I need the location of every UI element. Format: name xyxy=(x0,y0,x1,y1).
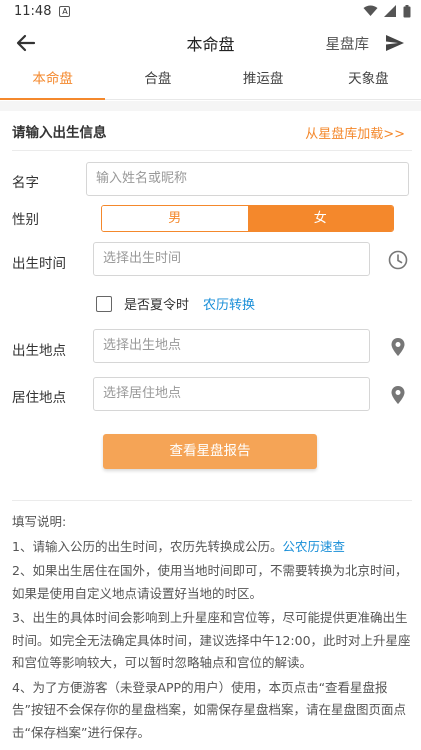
tab-natal[interactable]: 本命盘 xyxy=(0,64,106,100)
chart-type-tabs: 本命盘 合盘 推运盘 天象盘 xyxy=(0,64,421,100)
share-button[interactable] xyxy=(383,31,407,55)
chart-library-button[interactable]: 星盘库 xyxy=(326,33,370,54)
gender-label: 性别 xyxy=(12,212,39,228)
instructions: 填写说明: 1、请输入公历的出生时间，农历先转换成公历。公农历速查 2、如果出生… xyxy=(12,511,412,746)
dst-row: 是否夏令时 农历转换 xyxy=(96,294,255,313)
send-icon xyxy=(386,35,404,51)
notification-icon: A xyxy=(59,5,71,17)
gender-toggle: 男 女 xyxy=(101,205,394,232)
view-chart-report-button[interactable]: 查看星盘报告 xyxy=(103,434,317,469)
birth-time-label: 出生时间 xyxy=(12,256,66,272)
divider xyxy=(12,500,412,501)
lunar-convert-link[interactable]: 农历转换 xyxy=(203,294,255,313)
tab-synastry[interactable]: 合盘 xyxy=(105,64,210,99)
arrow-back-icon xyxy=(16,34,36,52)
tab-transit[interactable]: 天象盘 xyxy=(316,64,421,99)
instruction-4: 4、为了方便游客（未登录APP的用户）使用，本页点击“查看星盘报告”按钮不会保存… xyxy=(12,679,406,740)
instruction-1: 1、请输入公历的出生时间，农历先转换成公历。公农历速查 xyxy=(12,536,412,559)
location-pin-icon[interactable] xyxy=(387,384,409,406)
clock-icon[interactable] xyxy=(387,249,409,271)
app-bar: 本命盘 星盘库 xyxy=(0,22,421,64)
status-bar: 11:48 A xyxy=(0,0,421,22)
back-button[interactable] xyxy=(14,31,38,55)
form-header: 请输入出生信息 从星盘库加载>> xyxy=(0,118,421,144)
instruction-1-text: 1、请输入公历的出生时间，农历先转换成公历。 xyxy=(12,538,283,554)
birth-place-input[interactable]: 选择出生地点 xyxy=(93,329,370,363)
signal-icon xyxy=(384,5,396,17)
wifi-icon xyxy=(363,5,378,16)
dst-checkbox[interactable] xyxy=(96,295,112,312)
gender-female-option[interactable]: 女 xyxy=(247,206,393,231)
instructions-title: 填写说明: xyxy=(12,514,67,529)
status-time: 11:48 xyxy=(14,3,52,19)
instruction-2: 2、如果出生居住在国外，使用当地时间即可，不需要转换为北京时间，如果是使用自定义… xyxy=(12,563,408,601)
name-label: 名字 xyxy=(12,175,39,191)
tab-progression[interactable]: 推运盘 xyxy=(211,64,316,99)
location-pin-icon[interactable] xyxy=(387,336,409,358)
instruction-3: 3、出生的具体时间会影响到上升星座和宫位等，尽可能提供更准确出生时间。如完全无法… xyxy=(12,610,411,670)
divider xyxy=(12,150,412,151)
name-input[interactable]: 输入姓名或昵称 xyxy=(86,162,409,196)
battery-icon xyxy=(403,4,411,17)
birth-place-label: 出生地点 xyxy=(12,343,66,359)
living-place-label: 居住地点 xyxy=(12,390,66,406)
calendar-lookup-link[interactable]: 公农历速查 xyxy=(282,539,345,554)
section-gap xyxy=(0,101,421,111)
section-title: 请输入出生信息 xyxy=(12,125,107,141)
living-place-input[interactable]: 选择居住地点 xyxy=(93,377,370,411)
dst-label: 是否夏令时 xyxy=(124,298,190,313)
gender-male-option[interactable]: 男 xyxy=(102,206,248,231)
status-icons xyxy=(363,4,411,18)
birth-time-input[interactable]: 选择出生时间 xyxy=(93,242,370,276)
load-from-library-link[interactable]: 从星盘库加载>> xyxy=(305,123,405,142)
